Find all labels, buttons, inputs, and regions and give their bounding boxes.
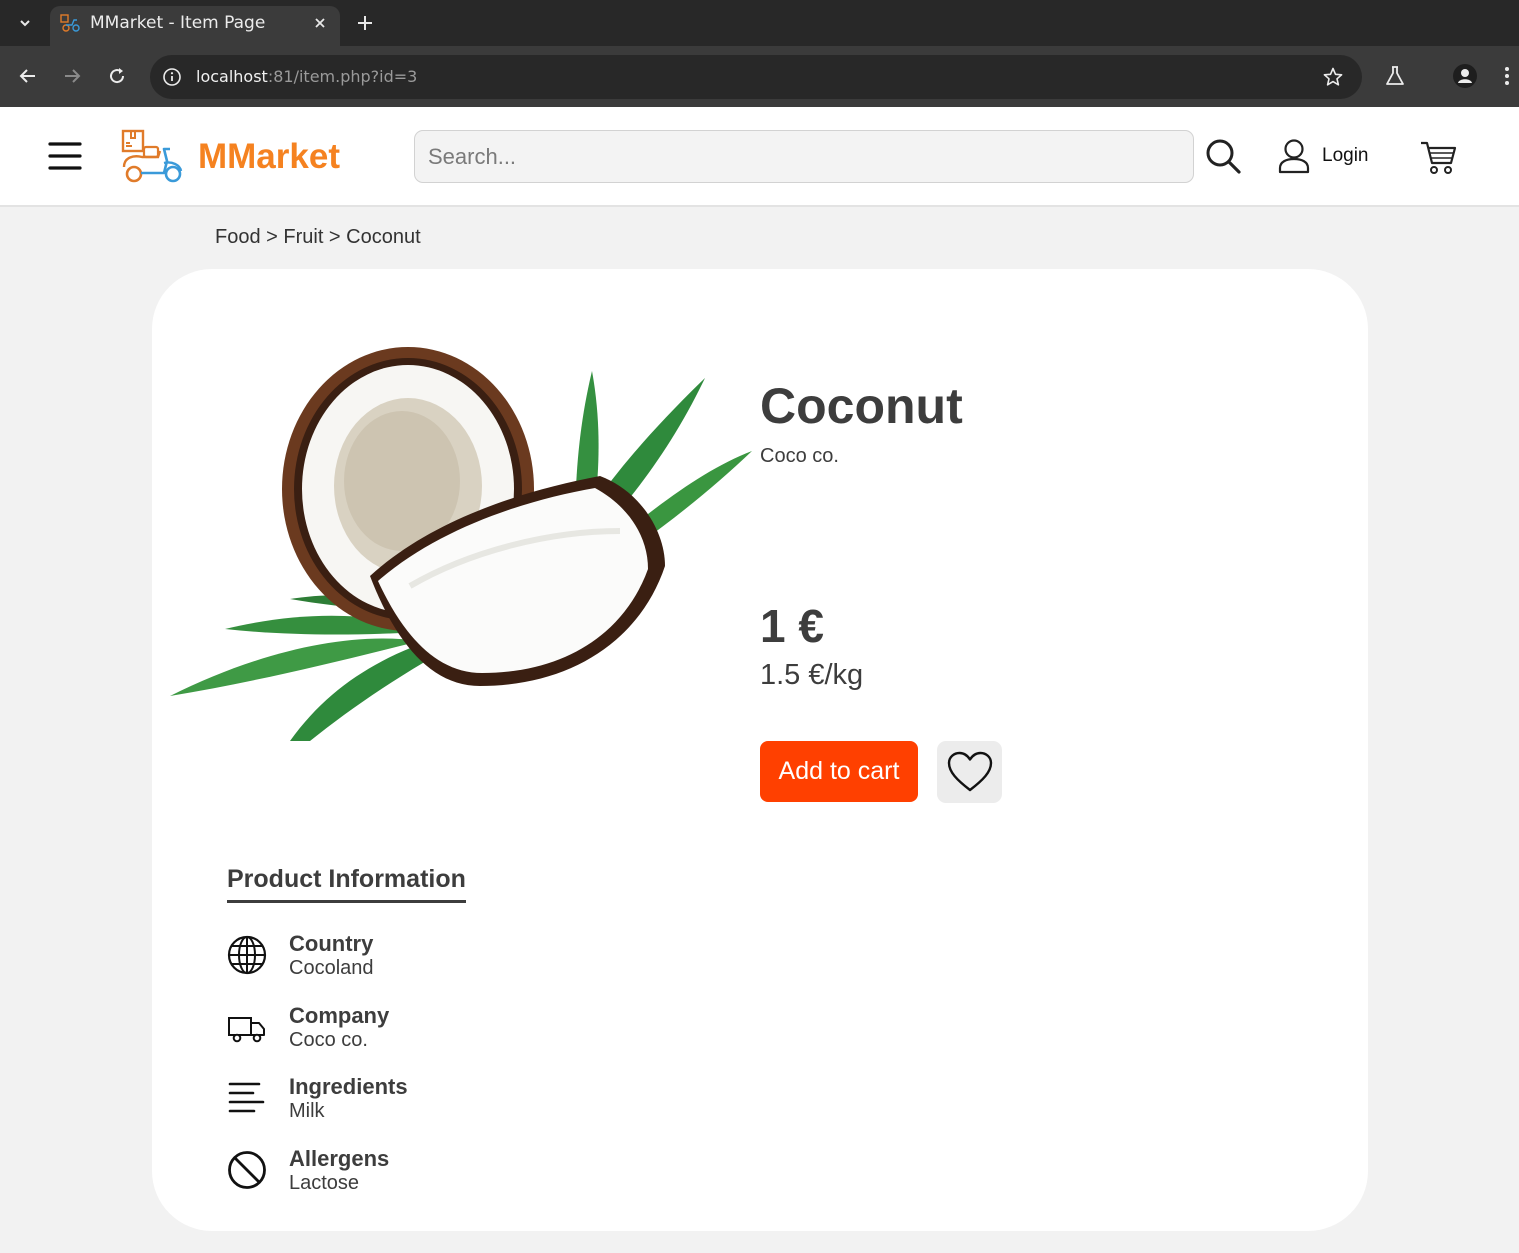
product-price: 1 € xyxy=(760,600,824,652)
url-text[interactable]: localhost:81/item.php?id=3 xyxy=(196,67,417,86)
profile-avatar-icon[interactable] xyxy=(1452,63,1478,89)
browser-menu-icon[interactable] xyxy=(1497,63,1517,89)
info-label-allergens: Allergens xyxy=(289,1146,390,1171)
favicon-icon xyxy=(60,14,80,32)
site-header: MMarket Login xyxy=(0,107,1519,207)
shopping-cart-icon[interactable] xyxy=(1419,139,1457,175)
info-value-company: Coco co. xyxy=(289,1029,368,1051)
product-title: Coconut xyxy=(760,378,963,434)
forward-arrow-icon[interactable] xyxy=(59,63,85,89)
tab-title: MMarket - Item Page xyxy=(90,13,266,33)
globe-icon xyxy=(227,935,267,975)
user-icon xyxy=(1278,139,1310,174)
add-to-cart-button[interactable]: Add to cart xyxy=(760,741,918,802)
hamburger-menu-icon[interactable] xyxy=(48,139,82,173)
info-value-allergens: Lactose xyxy=(289,1172,360,1194)
info-row-ingredients: Ingredients Milk xyxy=(227,1074,627,1124)
browser-toolbar: localhost:81/item.php?id=3 xyxy=(0,46,1519,107)
login-label: Login xyxy=(1322,145,1369,166)
favorite-button[interactable] xyxy=(937,741,1002,803)
heart-icon xyxy=(947,751,992,792)
info-row-company: Company Coco co. xyxy=(227,1003,627,1053)
tab-list-chevron-icon[interactable] xyxy=(12,10,38,36)
reload-icon[interactable] xyxy=(104,63,130,89)
info-label-company: Company xyxy=(289,1003,390,1028)
back-arrow-icon[interactable] xyxy=(15,63,41,89)
breadcrumb[interactable]: Food > Fruit > Coconut xyxy=(215,226,421,249)
product-image-coconut xyxy=(170,347,752,741)
info-row-allergens: Allergens Lactose xyxy=(227,1146,627,1196)
list-lines-icon xyxy=(228,1082,265,1113)
prohibited-icon xyxy=(228,1151,266,1189)
info-row-country: Country Cocoland xyxy=(227,931,627,981)
site-info-icon[interactable] xyxy=(162,67,182,87)
address-bar[interactable]: localhost:81/item.php?id=3 xyxy=(150,55,1362,99)
product-brand: Coco co. xyxy=(760,445,839,467)
labs-flask-icon[interactable] xyxy=(1382,63,1408,89)
info-value-country: Cocoland xyxy=(289,957,374,979)
login-button[interactable]: Login xyxy=(1278,137,1369,175)
browser-tab[interactable]: MMarket - Item Page xyxy=(50,6,340,46)
logo-text[interactable]: MMarket xyxy=(198,137,340,177)
product-unit-price: 1.5 €/kg xyxy=(760,659,864,691)
product-info-heading: Product Information xyxy=(227,865,466,903)
bookmark-star-icon[interactable] xyxy=(1322,66,1344,88)
info-label-country: Country xyxy=(289,931,374,956)
search-icon[interactable] xyxy=(1204,137,1242,175)
search-input[interactable] xyxy=(414,130,1194,183)
logo-scooter-icon[interactable] xyxy=(120,127,186,185)
product-card: Coconut Coco co. 1 € 1.5 €/kg Add to car… xyxy=(152,269,1368,1231)
info-label-ingredients: Ingredients xyxy=(289,1074,408,1099)
truck-icon xyxy=(228,1017,265,1043)
info-value-ingredients: Milk xyxy=(289,1100,325,1122)
browser-tab-bar: MMarket - Item Page xyxy=(0,0,1519,46)
new-tab-plus-icon[interactable] xyxy=(352,10,378,36)
tab-close-icon[interactable] xyxy=(310,13,330,33)
